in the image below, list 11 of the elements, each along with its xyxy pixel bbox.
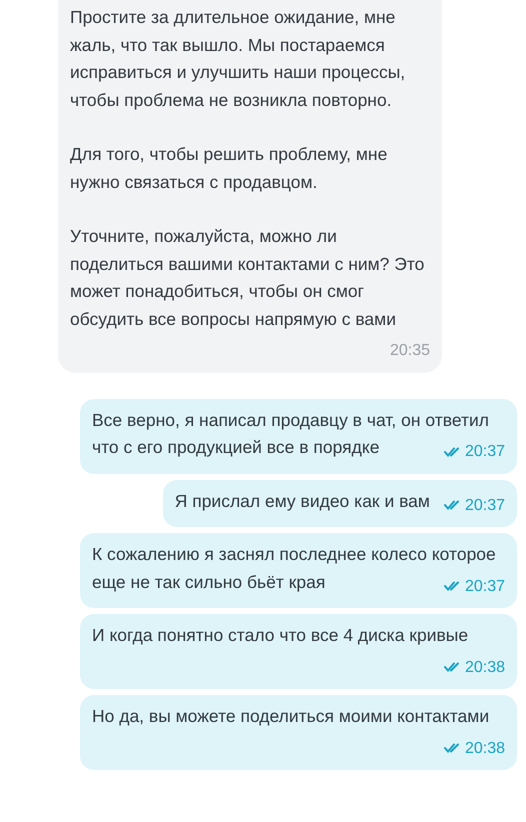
message-text: К сожалению я заснял последнее колесо которое еще не так сильно бьёт края 20:37 xyxy=(92,541,505,596)
message-time: 20:37 xyxy=(464,576,505,596)
message-time: 20:38 xyxy=(464,658,505,678)
message-time: 20:38 xyxy=(464,738,505,758)
message-text: Простите за длительное ожидание, мне жаль, что так вышло. Мы постараемся исправиться и улучшить наши процессы, чтобы проблема не возникла повторно. xyxy=(70,6,406,112)
message-text: Я прислал ему видео как и вам 20:37 xyxy=(174,488,505,515)
message-time: 20:37 xyxy=(464,496,505,516)
message-time: 20:37 xyxy=(464,442,505,462)
message-time: 20:35 xyxy=(390,341,430,361)
message-text: Все верно, я написал продавцу в чат, он ответил что с его продукцией все в порядке 20:37 xyxy=(92,406,505,462)
message-text: Для того, чтобы решить проблему, мне нужно связаться с продавцом. xyxy=(70,143,388,194)
